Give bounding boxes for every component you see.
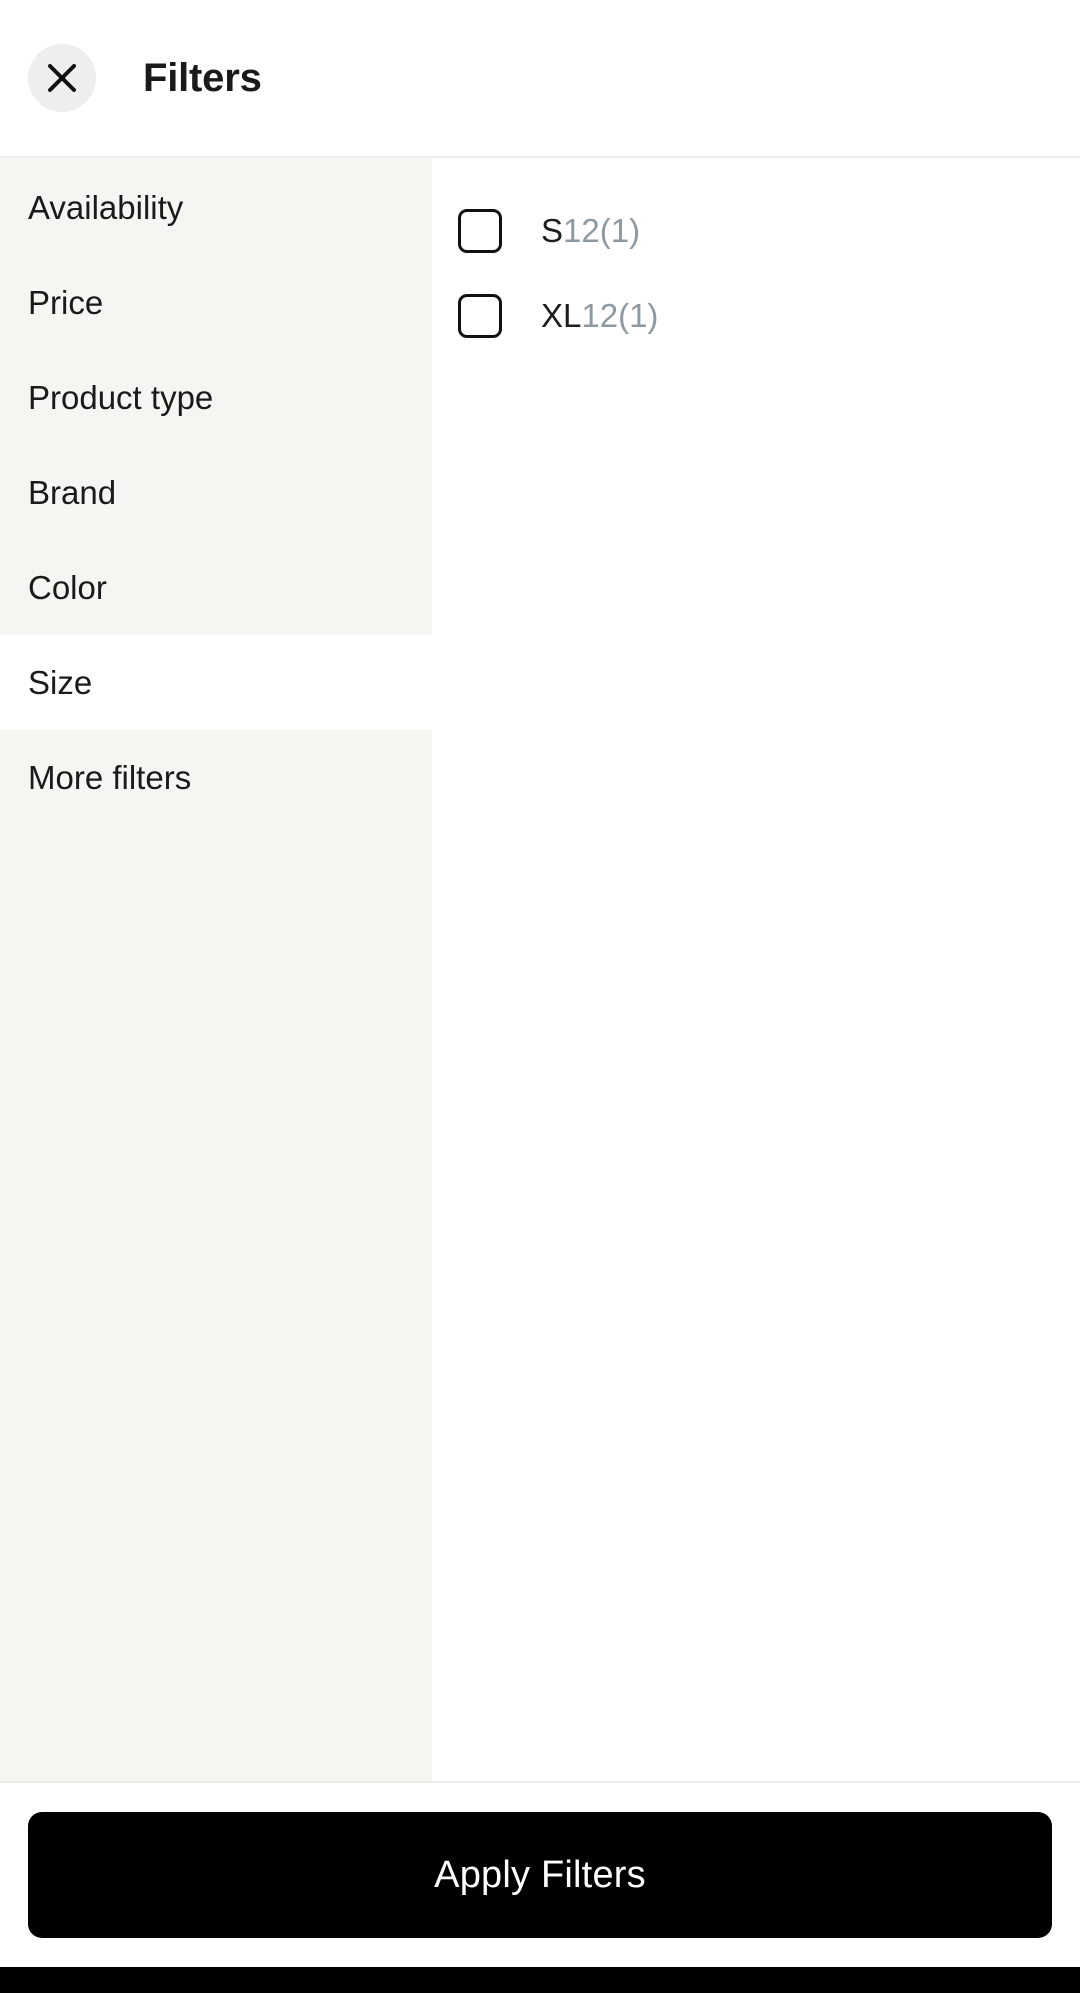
sidebar-item-more-filters[interactable]: More filters <box>0 730 432 825</box>
system-navigation-bar <box>0 1967 1080 1993</box>
option-count: 12(1) <box>563 212 641 249</box>
sidebar-item-size[interactable]: Size <box>0 635 432 730</box>
sidebar-item-label: Size <box>28 663 93 701</box>
sidebar-item-availability[interactable]: Availability <box>0 160 432 255</box>
sidebar-item-product-type[interactable]: Product type <box>0 350 432 445</box>
option-row-size-xl[interactable]: XL12(1) <box>432 273 1080 358</box>
page-title: Filters <box>143 56 262 100</box>
filter-category-sidebar: Availability Price Product type Brand Co… <box>0 158 432 1781</box>
option-value: XL <box>541 297 582 334</box>
header: Filters <box>0 0 1080 158</box>
sidebar-filler <box>0 825 432 1781</box>
sidebar-item-color[interactable]: Color <box>0 540 432 635</box>
option-value: S <box>541 212 564 249</box>
footer: Apply Filters <box>0 1783 1080 1967</box>
sidebar-item-label: Price <box>28 283 104 321</box>
option-label-size-xl: XL12(1) <box>541 299 658 332</box>
filter-options-panel: S12(1) XL12(1) <box>432 158 1080 1781</box>
apply-filters-button[interactable]: Apply Filters <box>28 1812 1052 1938</box>
sidebar-item-label: Color <box>28 568 107 606</box>
close-button[interactable] <box>28 44 96 112</box>
checkbox-size-xl[interactable] <box>458 293 502 338</box>
option-row-size-s[interactable]: S12(1) <box>432 188 1080 273</box>
sidebar-item-label: Product type <box>28 378 214 416</box>
filters-body: Availability Price Product type Brand Co… <box>0 158 1080 1783</box>
filters-screen: Filters Availability Price Product type … <box>0 0 1080 1993</box>
sidebar-item-price[interactable]: Price <box>0 255 432 350</box>
checkbox-size-s[interactable] <box>458 208 502 253</box>
sidebar-item-label: Availability <box>28 188 184 226</box>
option-label-size-s: S12(1) <box>541 214 640 247</box>
sidebar-item-brand[interactable]: Brand <box>0 445 432 540</box>
option-count: 12(1) <box>581 297 659 334</box>
sidebar-item-label: More filters <box>28 758 192 796</box>
close-icon <box>44 60 80 96</box>
sidebar-item-label: Brand <box>28 473 117 511</box>
